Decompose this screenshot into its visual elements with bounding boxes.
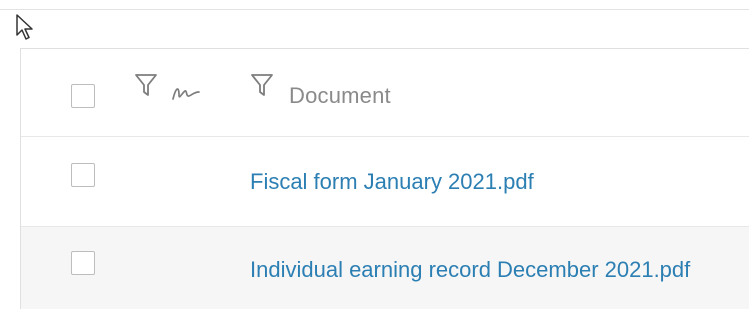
table-row: Individual earning record December 2021.… [21,227,749,309]
documents-table: Document Fiscal form January 2021.pdf In… [20,48,749,309]
table-header-row: Document [21,49,749,137]
document-link[interactable]: Individual earning record December 2021.… [250,257,690,283]
document-filter-icon[interactable] [250,73,274,99]
document-list-view: Document Fiscal form January 2021.pdf In… [0,0,749,309]
table-row: Fiscal form January 2021.pdf [21,137,749,227]
document-column-header[interactable]: Document [289,83,391,109]
select-all-checkbox[interactable] [71,84,95,108]
document-link[interactable]: Fiscal form January 2021.pdf [250,169,534,195]
signature-filter-icon[interactable] [134,73,158,99]
signature-icon [172,88,200,100]
top-divider [0,9,749,10]
mouse-pointer-icon [16,14,33,40]
row-checkbox[interactable] [71,163,95,187]
row-checkbox[interactable] [71,251,95,275]
